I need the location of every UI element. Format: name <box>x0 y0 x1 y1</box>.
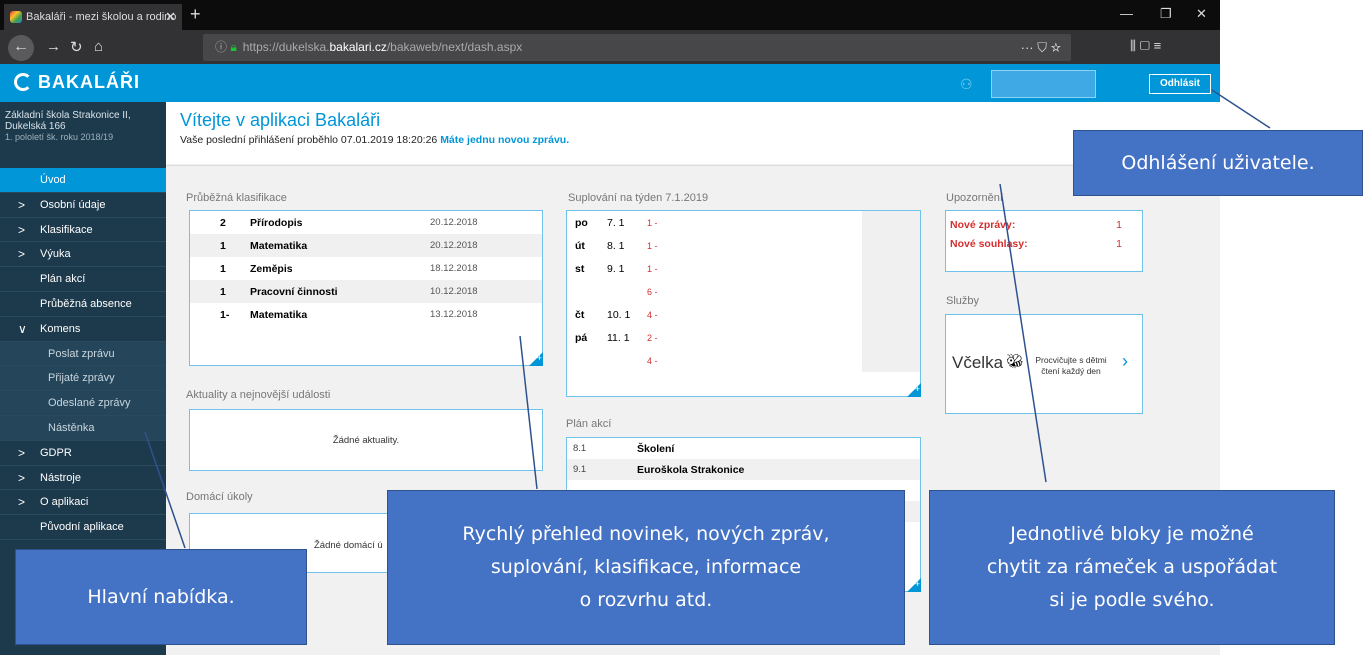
callout-blocks: Jednotlivé bloky je možné chytit za ráme… <box>929 490 1335 645</box>
callout-overview-line3: o rozvrhu atd. <box>579 589 713 611</box>
callout-blocks-line1: Jednotlivé bloky je možné <box>1010 523 1254 545</box>
callout-blocks-line2: chytit za rámeček a uspořádat <box>986 556 1278 578</box>
callout-overview-line1: Rychlý přehled novinek, nových zpráv, <box>462 523 830 545</box>
blocks-connector <box>999 183 1047 483</box>
callout-logout: Odhlášení uživatele. <box>1073 130 1363 196</box>
overview-connector <box>519 335 538 490</box>
callout-main-menu: Hlavní nabídka. <box>15 549 307 645</box>
menu-connector <box>144 431 186 549</box>
callout-blocks-line3: si je podle svého. <box>1049 589 1215 611</box>
logout-connector <box>1211 89 1271 129</box>
callout-overview: Rychlý přehled novinek, nových zpráv, su… <box>387 490 905 645</box>
callout-overview-line2: suplování, klasifikace, informace <box>490 556 802 578</box>
